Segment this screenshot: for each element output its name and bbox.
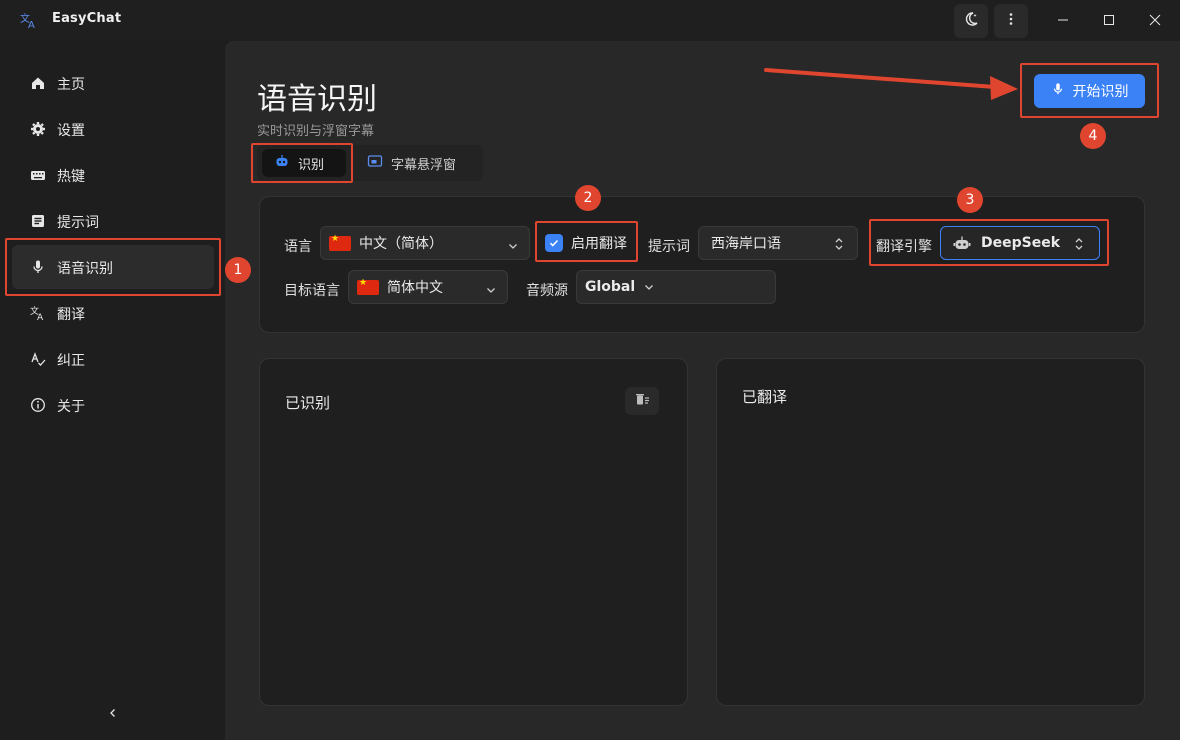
- annotation-arrow: [764, 68, 1018, 100]
